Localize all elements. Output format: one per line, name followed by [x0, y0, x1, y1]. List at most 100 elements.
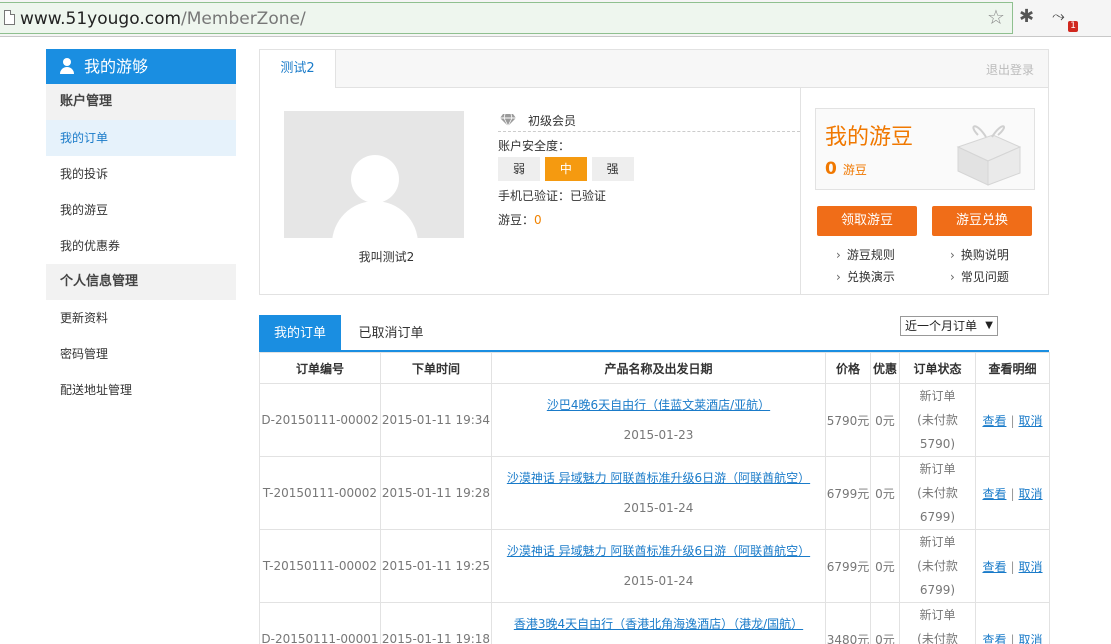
profile-panel: 测试2 退出登录 我叫测试2 初级会员 账户安全度： 弱 中 强 手机已验证：已… — [259, 49, 1049, 295]
table-row: T-20150111-00002 2015-01-11 19:25 沙漠神话 异… — [259, 529, 1050, 603]
table-row: D-20150111-00002 2015-01-11 19:34 沙巴4晚6天… — [259, 383, 1050, 457]
order-price: 3480元 — [825, 602, 871, 644]
col-order-time: 下单时间 — [380, 352, 492, 384]
order-id: D-20150111-00001 — [259, 602, 381, 644]
product-link[interactable]: 沙漠神话 异域魅力 阿联酋标准升级6日游（阿联酋航空） — [507, 544, 810, 558]
sidebar-item-addresses[interactable]: 配送地址管理 — [46, 372, 236, 408]
order-time: 2015-01-11 19:28 — [380, 456, 492, 530]
nickname: 我叫测试2 — [358, 250, 415, 264]
url-text[interactable]: www.51yougo.com/MemberZone/ — [20, 9, 306, 29]
view-order-link[interactable]: 查看 — [982, 414, 1006, 428]
sidebar-item-password[interactable]: 密码管理 — [46, 336, 236, 372]
security-level-weak: 弱 — [498, 157, 540, 181]
sidebar-group-account: 账户管理 — [46, 84, 236, 120]
sidebar-item-coupons[interactable]: 我的优惠券 — [46, 228, 236, 264]
order-time: 2015-01-11 19:25 — [380, 529, 492, 603]
youdou-count: 0 游豆 — [825, 159, 867, 179]
diamond-icon — [500, 114, 516, 126]
sidebar-item-update-profile[interactable]: 更新资料 — [46, 300, 236, 336]
col-status: 订单状态 — [899, 352, 976, 384]
order-id: T-20150111-00002 — [259, 529, 381, 603]
product-link[interactable]: 香港3晚4天自由行（香港北角海逸酒店）（港龙/国航） — [514, 617, 803, 631]
user-icon — [60, 58, 74, 74]
order-discount: 0元 — [870, 456, 900, 530]
order-discount: 0元 — [870, 529, 900, 603]
redeem-guide-link[interactable]: 换购说明 — [950, 246, 1009, 263]
share-extension-icon[interactable]: ⤳ 1 — [1050, 6, 1078, 32]
browser-toolbar: www.51yougo.com/MemberZone/ ☆ ✱ ⤳ 1 — [0, 0, 1111, 37]
order-discount: 0元 — [870, 383, 900, 457]
address-bar[interactable]: www.51yougo.com/MemberZone/ — [0, 2, 1013, 34]
security-level-medium: 中 — [544, 157, 587, 181]
order-price: 6799元 — [825, 529, 871, 603]
avatar — [284, 111, 464, 238]
col-product: 产品名称及出发日期 — [491, 352, 826, 384]
sidebar: 我的游够 账户管理 我的订单 我的投诉 我的游豆 我的优惠券 个人信息管理 更新… — [46, 49, 236, 408]
redeem-demo-link[interactable]: 兑换演示 — [836, 268, 895, 285]
sidebar-item-complaints[interactable]: 我的投诉 — [46, 156, 236, 192]
dropdown-arrow-icon: ▼ — [985, 320, 993, 331]
col-price: 价格 — [825, 352, 871, 384]
order-status: 新订单 (未付款6799) — [899, 529, 976, 603]
departure-date: 2015-01-24 — [623, 574, 694, 588]
cancel-order-link[interactable]: 取消 — [1019, 560, 1043, 574]
bookmark-star-icon[interactable]: ☆ — [987, 5, 1005, 29]
youdou-title: 我的游豆 — [825, 125, 914, 150]
sidebar-group-personal: 个人信息管理 — [46, 264, 236, 300]
profile-tabbar: 测试2 退出登录 — [260, 50, 1048, 88]
security-meter: 弱 中 强 — [498, 157, 800, 181]
panel-divider — [800, 88, 801, 294]
claim-youdou-button[interactable]: 领取游豆 — [817, 206, 917, 236]
product-cell: 沙漠神话 异域魅力 阿联酋标准升级6日游（阿联酋航空） 2015-01-24 — [491, 529, 826, 603]
redeem-youdou-button[interactable]: 游豆兑换 — [932, 206, 1032, 236]
table-header-row: 订单编号 下单时间 产品名称及出发日期 价格 优惠 订单状态 查看明细 — [259, 352, 1050, 384]
view-order-link[interactable]: 查看 — [982, 487, 1006, 501]
cancel-order-link[interactable]: 取消 — [1019, 487, 1043, 501]
gift-icon — [956, 125, 1022, 186]
departure-date: 2015-01-23 — [623, 428, 694, 442]
tab-username[interactable]: 测试2 — [260, 50, 336, 88]
product-cell: 沙漠神话 异域魅力 阿联酋标准升级6日游（阿联酋航空） 2015-01-24 — [491, 456, 826, 530]
youdou-rules-link[interactable]: 游豆规则 — [836, 246, 895, 263]
order-status: 新订单 (未付款6799) — [899, 456, 976, 530]
view-order-link[interactable]: 查看 — [982, 633, 1006, 644]
departure-date: 2015-01-24 — [623, 501, 694, 515]
security-level-strong: 强 — [591, 157, 634, 181]
cancel-order-link[interactable]: 取消 — [1019, 414, 1043, 428]
order-discount: 0元 — [870, 602, 900, 644]
member-info: 初级会员 账户安全度： 弱 中 强 手机已验证：已验证 游豆：0 — [498, 110, 800, 229]
order-status: 新订单(未付款3480) — [899, 602, 976, 644]
bug-extension-icon[interactable]: ✱ — [1019, 6, 1034, 27]
faq-link[interactable]: 常见问题 — [950, 268, 1009, 285]
table-row: D-20150111-00001 2015-01-11 19:18 香港3晚4天… — [259, 602, 1050, 644]
product-cell: 香港3晚4天自由行（香港北角海逸酒店）（港龙/国航）2015-01-25 — [491, 602, 826, 644]
tab-cancelled-orders[interactable]: 已取消订单 — [341, 315, 441, 350]
sidebar-item-my-orders[interactable]: 我的订单 — [46, 120, 236, 156]
sidebar-item-youdou[interactable]: 我的游豆 — [46, 192, 236, 228]
youdou-card: 我的游豆 0 游豆 — [815, 108, 1035, 190]
sidebar-title: 我的游够 — [46, 49, 236, 84]
col-order-id: 订单编号 — [259, 352, 381, 384]
product-link[interactable]: 沙巴4晚6天自由行（佳蓝文莱酒店/亚航） — [547, 398, 770, 412]
order-time: 2015-01-11 19:34 — [380, 383, 492, 457]
order-time: 2015-01-11 19:18 — [380, 602, 492, 644]
product-link[interactable]: 沙漠神话 异域魅力 阿联酋标准升级6日游（阿联酋航空） — [507, 471, 810, 485]
order-status: 新订单 (未付款5790) — [899, 383, 976, 457]
order-id: D-20150111-00002 — [259, 383, 381, 457]
product-cell: 沙巴4晚6天自由行（佳蓝文莱酒店/亚航） 2015-01-23 — [491, 383, 826, 457]
order-price: 5790元 — [825, 383, 871, 457]
orders-table: 订单编号 下单时间 产品名称及出发日期 价格 优惠 订单状态 查看明细 D-20… — [259, 352, 1050, 644]
col-details: 查看明细 — [975, 352, 1050, 384]
period-select[interactable]: 近一个月订单 ▼ — [900, 316, 998, 336]
order-actions: 查看 | 取消 — [975, 529, 1050, 603]
cancel-order-link[interactable]: 取消 — [1019, 633, 1043, 644]
table-row: T-20150111-00002 2015-01-11 19:28 沙漠神话 异… — [259, 456, 1050, 530]
tab-my-orders[interactable]: 我的订单 — [259, 315, 341, 350]
security-label: 账户安全度： — [498, 139, 571, 153]
view-order-link[interactable]: 查看 — [982, 560, 1006, 574]
order-price: 6799元 — [825, 456, 871, 530]
order-id: T-20150111-00002 — [259, 456, 381, 530]
phone-verified: 手机已验证：已验证 — [498, 189, 607, 203]
logout-link[interactable]: 退出登录 — [986, 61, 1034, 78]
youdou-balance: 游豆：0 — [498, 213, 542, 227]
